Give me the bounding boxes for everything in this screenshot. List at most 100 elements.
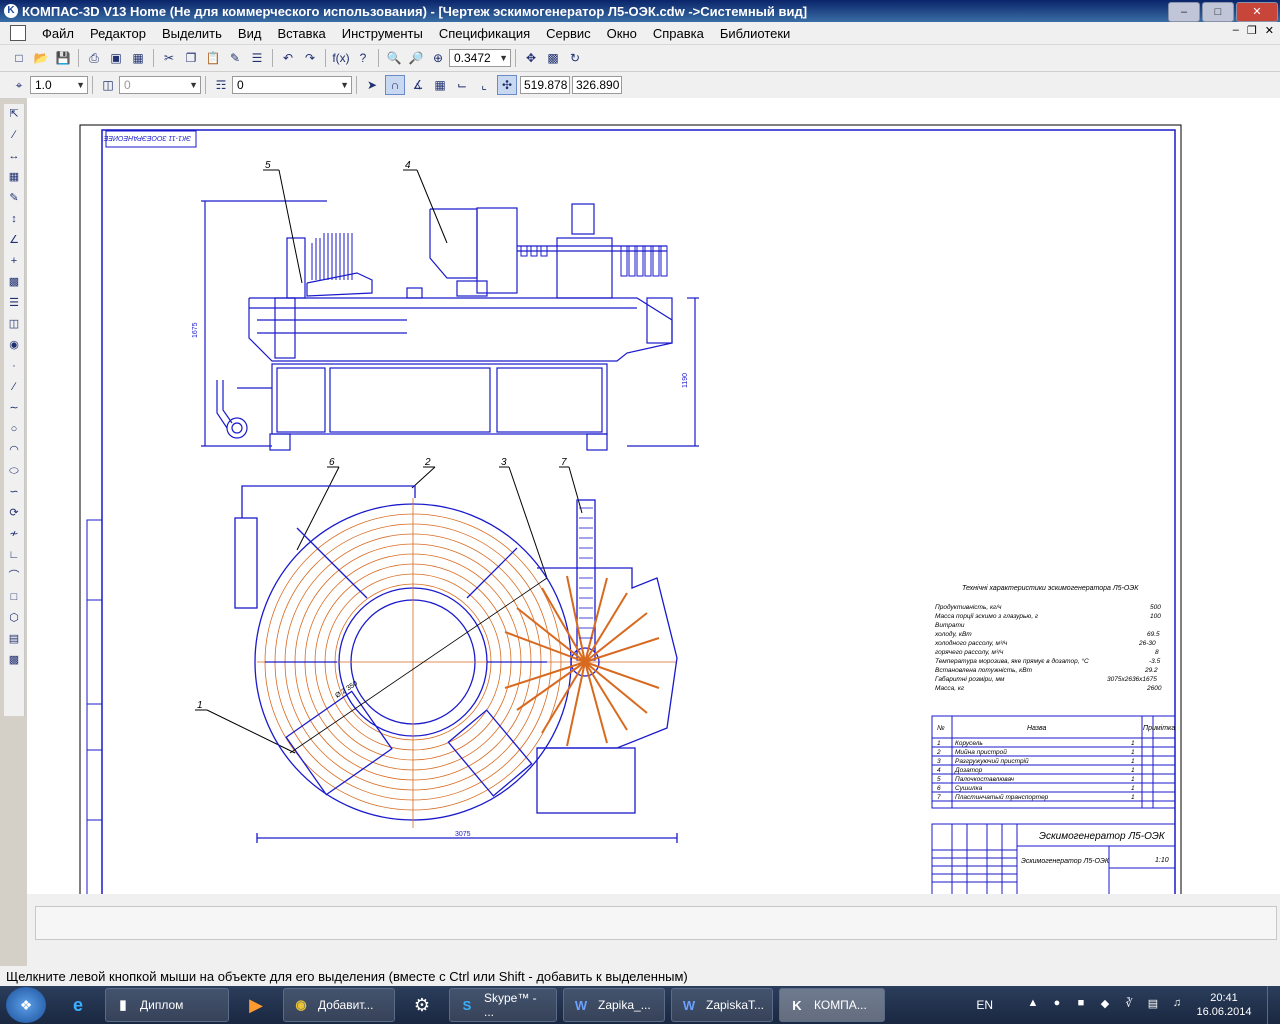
task-kompas[interactable]: K КОМПА... bbox=[779, 988, 885, 1022]
measure-icon[interactable]: ∠ bbox=[6, 232, 22, 248]
zoom-icon[interactable]: 🔍 bbox=[385, 49, 403, 67]
help-icon[interactable]: ? bbox=[354, 49, 372, 67]
fillet-icon[interactable]: ⌒ bbox=[6, 568, 22, 584]
insert-icon[interactable]: ◉ bbox=[6, 337, 22, 353]
menu-tools[interactable]: Инструменты bbox=[334, 26, 431, 41]
minimize-button[interactable]: – bbox=[1168, 2, 1200, 22]
task-chrome[interactable]: ◉ Добавит... bbox=[283, 988, 395, 1022]
line-icon[interactable]: ∕ bbox=[6, 379, 22, 395]
new-document-icon[interactable]: □ bbox=[10, 49, 28, 67]
hatch-icon[interactable]: ▤ bbox=[6, 631, 22, 647]
manager-icon[interactable]: ☰ bbox=[248, 49, 266, 67]
circle-icon[interactable]: ○ bbox=[6, 421, 22, 437]
menu-specification[interactable]: Спецификация bbox=[431, 26, 538, 41]
task-word-2[interactable]: W ZapiskaT... bbox=[671, 988, 773, 1022]
drawing-sheet[interactable]: ЭК1-11 ЗООЕЭРАНЕОИЕЕ 1675 1190 5 4 6 2 3… bbox=[27, 98, 1280, 894]
properties-icon[interactable]: ▦ bbox=[129, 49, 147, 67]
menu-insert[interactable]: Вставка bbox=[269, 26, 333, 41]
clock[interactable]: 20:41 16.06.2014 bbox=[1189, 991, 1259, 1019]
start-button[interactable]: ❖ bbox=[6, 987, 46, 1023]
network-icon[interactable]: ▤ bbox=[1145, 997, 1161, 1013]
show-desktop-button[interactable] bbox=[1267, 986, 1280, 1024]
menu-editor[interactable]: Редактор bbox=[82, 26, 154, 41]
mdi-restore-button[interactable]: ❐ bbox=[1247, 24, 1257, 37]
edit-icon[interactable]: ✎ bbox=[6, 190, 22, 206]
mdi-close-button[interactable]: ✕ bbox=[1265, 24, 1274, 37]
steam-icon[interactable]: ⚙ bbox=[400, 988, 444, 1022]
view-icon[interactable]: ▩ bbox=[6, 274, 22, 290]
polyline-icon[interactable]: ⟳ bbox=[6, 505, 22, 521]
nvidia-icon[interactable]: ■ bbox=[1073, 997, 1089, 1013]
language-indicator[interactable]: EN bbox=[976, 998, 993, 1012]
variables-icon[interactable]: f(x) bbox=[332, 49, 350, 67]
rectangle-icon[interactable]: □ bbox=[6, 589, 22, 605]
scale-combo[interactable]: 1.0 ▼ bbox=[30, 76, 88, 94]
bezier-icon[interactable]: ≁ bbox=[6, 526, 22, 542]
select-plus-icon[interactable]: + bbox=[6, 253, 22, 269]
bluetooth-icon[interactable]: ∛ bbox=[1121, 997, 1137, 1013]
segment-icon[interactable]: ∼ bbox=[6, 400, 22, 416]
media-player-icon[interactable]: ▶ bbox=[234, 988, 278, 1022]
maximize-button[interactable]: □ bbox=[1202, 2, 1234, 22]
close-button[interactable]: ✕ bbox=[1236, 2, 1278, 22]
reports-icon[interactable]: ◫ bbox=[6, 316, 22, 332]
fit-all-icon[interactable]: ▩ bbox=[544, 49, 562, 67]
step-icon[interactable]: ⌞ bbox=[475, 76, 493, 94]
copy-icon[interactable]: ❐ bbox=[182, 49, 200, 67]
ellipse-icon[interactable]: ⬭ bbox=[6, 463, 22, 479]
security-icon[interactable]: ◆ bbox=[1097, 997, 1113, 1013]
paste-icon[interactable]: 📋 bbox=[204, 49, 222, 67]
redo-icon[interactable]: ↷ bbox=[301, 49, 319, 67]
arc-icon[interactable]: ◠ bbox=[6, 442, 22, 458]
menu-file[interactable]: Файл bbox=[34, 26, 82, 41]
snap-magnet-icon[interactable]: ∩ bbox=[385, 75, 405, 95]
chamfer-icon[interactable]: ∟ bbox=[6, 547, 22, 563]
coord-x-field[interactable]: 519.878 bbox=[520, 76, 570, 94]
cut-icon[interactable]: ✂ bbox=[160, 49, 178, 67]
pan-icon[interactable]: ✥ bbox=[522, 49, 540, 67]
layer-icon[interactable]: ◫ bbox=[99, 76, 117, 94]
document-icon[interactable] bbox=[10, 25, 26, 41]
coord-y-field[interactable]: 326.890 bbox=[572, 76, 622, 94]
style-combo[interactable]: 0 ▼ bbox=[232, 76, 352, 94]
refresh-icon[interactable]: ↻ bbox=[566, 49, 584, 67]
save-icon[interactable]: 💾 bbox=[54, 49, 72, 67]
menu-select[interactable]: Выделить bbox=[154, 26, 230, 41]
ortho-icon[interactable]: ∡ bbox=[409, 76, 427, 94]
pointer-icon[interactable]: ➤ bbox=[363, 76, 381, 94]
point-icon[interactable]: · bbox=[6, 358, 22, 374]
tray-app-icon[interactable]: ● bbox=[1049, 997, 1065, 1013]
layer-state-combo[interactable]: 0 ▼ bbox=[119, 76, 201, 94]
print-icon[interactable]: ⎙ bbox=[85, 49, 103, 67]
zoom-window-icon[interactable]: 🔎 bbox=[407, 49, 425, 67]
notification-icon[interactable]: ▲ bbox=[1025, 997, 1041, 1013]
polygon-icon[interactable]: ⬡ bbox=[6, 610, 22, 626]
menu-view[interactable]: Вид bbox=[230, 26, 270, 41]
style-icon[interactable]: ☶ bbox=[212, 76, 230, 94]
grid-icon[interactable]: ▦ bbox=[431, 76, 449, 94]
open-icon[interactable]: 📂 bbox=[32, 49, 50, 67]
symbols-icon[interactable]: ▦ bbox=[6, 169, 22, 185]
undo-icon[interactable]: ↶ bbox=[279, 49, 297, 67]
parametrization-icon[interactable]: ↕ bbox=[6, 211, 22, 227]
grid-step-icon[interactable]: ⌖ bbox=[10, 76, 28, 94]
task-diplom[interactable]: ▮ Диплом bbox=[105, 988, 229, 1022]
menu-window[interactable]: Окно bbox=[599, 26, 645, 41]
horizontal-scrollbar[interactable] bbox=[27, 894, 1280, 904]
spline-icon[interactable]: ∽ bbox=[6, 484, 22, 500]
geometry-icon[interactable]: ∕ bbox=[6, 127, 22, 143]
round-icon[interactable]: ✣ bbox=[497, 75, 517, 95]
mdi-minimize-button[interactable]: – bbox=[1233, 24, 1239, 37]
task-word-1[interactable]: W Zapika_... bbox=[563, 988, 665, 1022]
volume-icon[interactable]: ♫ bbox=[1169, 997, 1185, 1013]
preview-icon[interactable]: ▣ bbox=[107, 49, 125, 67]
menu-service[interactable]: Сервис bbox=[538, 26, 599, 41]
select-icon[interactable]: ⇱ bbox=[6, 106, 22, 122]
local-cs-icon[interactable]: ⌙ bbox=[453, 76, 471, 94]
menu-libraries[interactable]: Библиотеки bbox=[712, 26, 798, 41]
dimensions-icon[interactable]: ↔ bbox=[6, 148, 22, 164]
task-skype[interactable]: S Skype™ - ... bbox=[449, 988, 557, 1022]
format-icon[interactable]: ✎ bbox=[226, 49, 244, 67]
spec-icon[interactable]: ☰ bbox=[6, 295, 22, 311]
zoom-in-icon[interactable]: ⊕ bbox=[429, 49, 447, 67]
